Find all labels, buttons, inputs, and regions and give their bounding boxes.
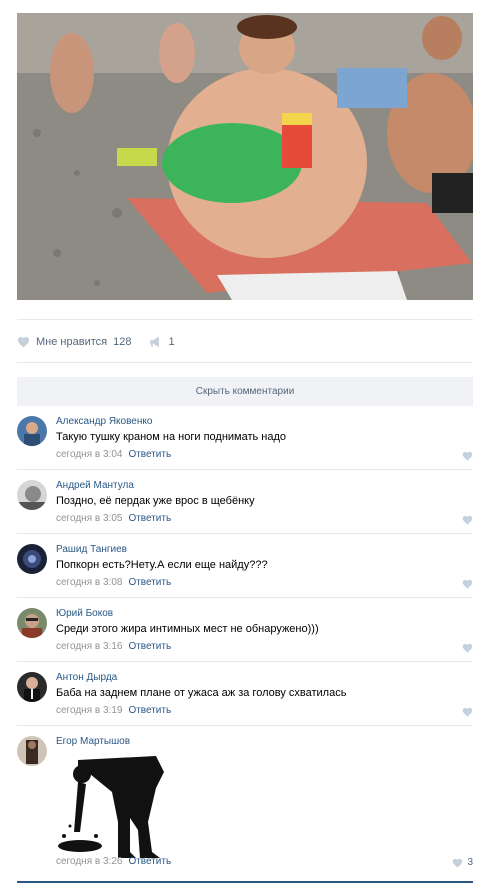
comment-item: Юрий Боков Среди этого жира интимных мес…: [17, 598, 473, 662]
comment-like-button[interactable]: [462, 451, 473, 461]
comment-like-count: 3: [467, 857, 473, 868]
comment-author[interactable]: Егор Мартышов: [56, 736, 130, 747]
reply-link[interactable]: Ответить: [128, 641, 171, 652]
comment-time[interactable]: сегодня в 3:08: [56, 577, 122, 588]
heart-icon: [462, 451, 473, 461]
reply-link[interactable]: Ответить: [128, 856, 171, 867]
divider: [17, 319, 473, 320]
comment-author[interactable]: Рашид Тангиев: [56, 544, 127, 555]
comment-meta: сегодня в 3:26 Ответить: [56, 856, 171, 867]
comment-meta: сегодня в 3:19 Ответить: [56, 705, 171, 716]
heart-icon: [462, 515, 473, 525]
post-photo[interactable]: [17, 13, 473, 300]
comment-author[interactable]: Антон Дырда: [56, 672, 117, 683]
comment-like-button[interactable]: 3: [452, 857, 473, 868]
vomiting-man-sticker-icon: [58, 756, 164, 858]
reply-link[interactable]: Ответить: [128, 513, 171, 524]
reply-link[interactable]: Ответить: [128, 705, 171, 716]
like-label: Мне нравится: [36, 336, 108, 348]
comment-time[interactable]: сегодня в 3:04: [56, 449, 122, 460]
heart-icon: [462, 643, 473, 653]
avatar[interactable]: [17, 608, 47, 638]
share-button[interactable]: 1: [149, 336, 175, 348]
comment-time[interactable]: сегодня в 3:19: [56, 705, 122, 716]
comment-author[interactable]: Андрей Мантула: [56, 480, 134, 491]
hide-comments-button[interactable]: Скрыть комментарии: [17, 377, 473, 406]
heart-icon: [17, 337, 30, 348]
heart-icon: [462, 707, 473, 717]
comment-text: Баба на заднем плане от ужаса аж за голо…: [56, 687, 347, 699]
comment-text: Среди этого жира интимных мест не обнару…: [56, 623, 319, 635]
comment-time[interactable]: сегодня в 3:26: [56, 856, 122, 867]
megaphone-icon: [150, 336, 160, 348]
comment-like-button[interactable]: [462, 579, 473, 589]
avatar[interactable]: [17, 672, 47, 702]
avatar[interactable]: [17, 416, 47, 446]
comment-item: Александр Яковенко Такую тушку краном на…: [17, 406, 473, 470]
share-count: 1: [168, 336, 175, 348]
comment-meta: сегодня в 3:04 Ответить: [56, 449, 171, 460]
comment-time[interactable]: сегодня в 3:16: [56, 641, 122, 652]
comment-author[interactable]: Юрий Боков: [56, 608, 113, 619]
comment-item: Андрей Мантула Поздно, её пердак уже вро…: [17, 470, 473, 534]
comment-author[interactable]: Александр Яковенко: [56, 416, 152, 427]
avatar[interactable]: [17, 544, 47, 574]
avatar[interactable]: [17, 480, 47, 510]
comment-item: Егор Мартышов сегодня в 3:26 Ответить 3: [17, 726, 473, 868]
comment-like-button[interactable]: [462, 515, 473, 525]
comment-meta: сегодня в 3:05 Ответить: [56, 513, 171, 524]
like-button[interactable]: Мне нравится 128: [17, 336, 131, 348]
comments-list: Александр Яковенко Такую тушку краном на…: [17, 406, 473, 868]
heart-icon: [453, 858, 463, 868]
comment-item: Рашид Тангиев Попкорн есть?Нету.А если е…: [17, 534, 473, 598]
like-count: 128: [113, 336, 132, 348]
bottom-border: [17, 881, 473, 883]
comment-like-button[interactable]: [462, 707, 473, 717]
comment-text: Такую тушку краном на ноги поднимать над…: [56, 431, 287, 443]
post-actions: Мне нравится 128 1: [17, 333, 175, 351]
comment-text: Попкорн есть?Нету.А если еще найду???: [56, 559, 268, 571]
avatar[interactable]: [17, 736, 47, 766]
comment-time[interactable]: сегодня в 3:05: [56, 513, 122, 524]
reply-link[interactable]: Ответить: [128, 577, 171, 588]
divider: [17, 362, 473, 363]
comment-like-button[interactable]: [462, 643, 473, 653]
reply-link[interactable]: Ответить: [128, 449, 171, 460]
heart-icon: [462, 579, 473, 589]
comment-meta: сегодня в 3:16 Ответить: [56, 641, 171, 652]
comment-meta: сегодня в 3:08 Ответить: [56, 577, 171, 588]
comment-item: Антон Дырда Баба на заднем плане от ужас…: [17, 662, 473, 726]
comment-text: Поздно, её пердак уже врос в щебёнку: [56, 495, 255, 507]
